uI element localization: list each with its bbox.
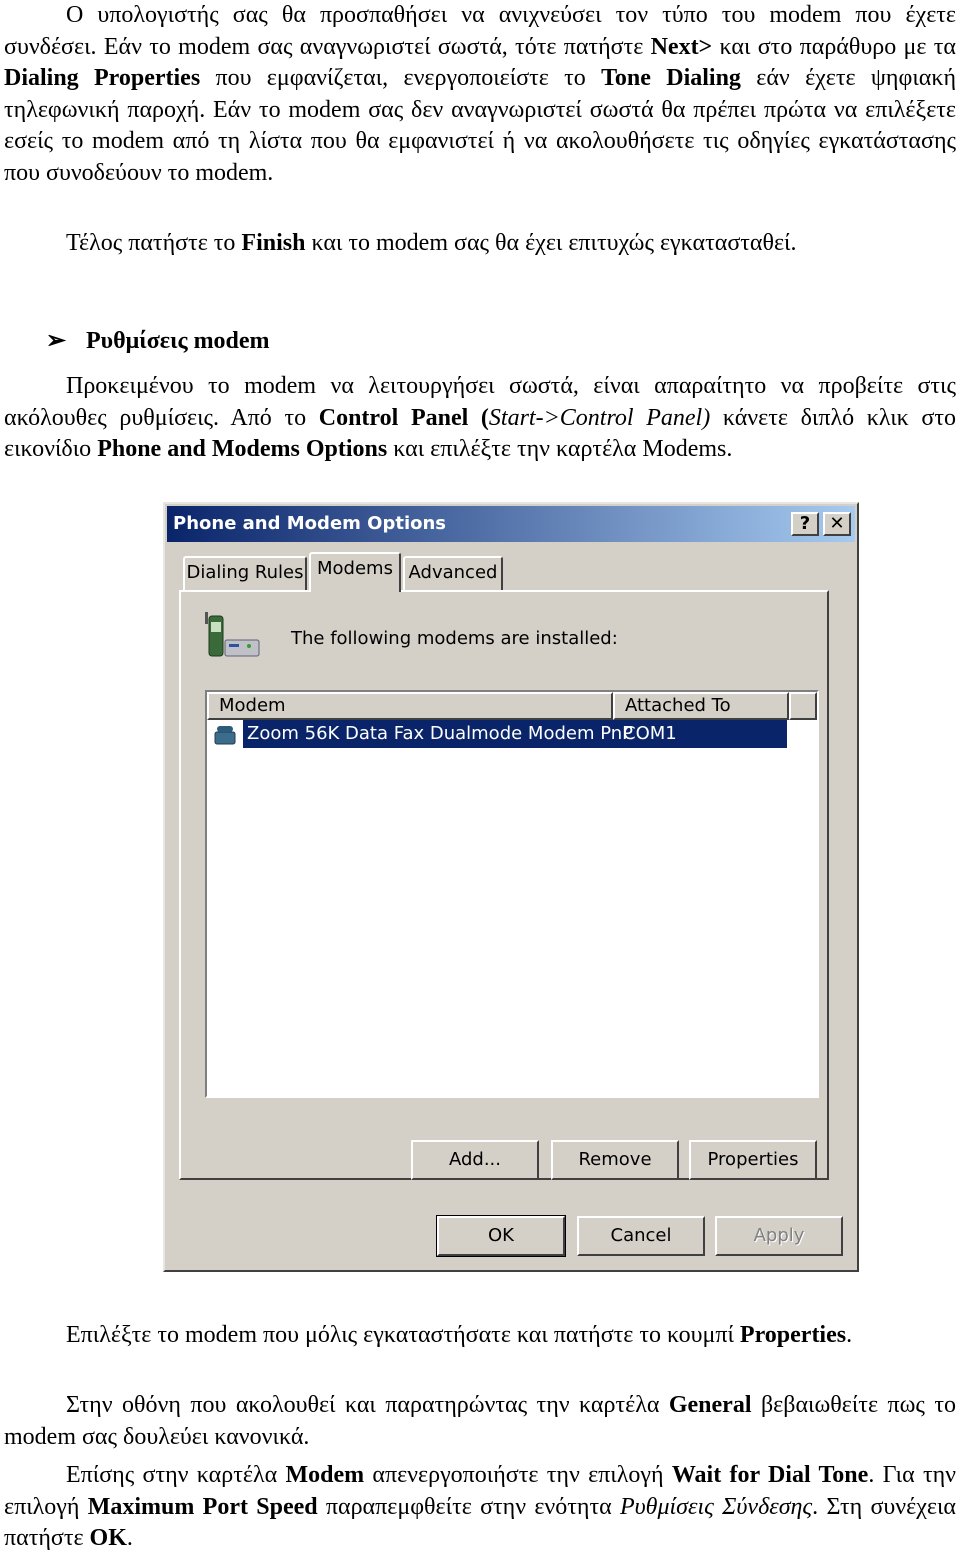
properties-button[interactable]: Properties: [689, 1140, 817, 1180]
paragraph-finish: Τέλος πατήστε το Finish και το modem σας…: [66, 230, 797, 256]
paragraph-intro: Ο υπολογιστής σας θα προσπαθήσει να ανιχ…: [4, 2, 957, 186]
modem-row-selected[interactable]: Zoom 56K Data Fax Dualmode Modem PnP COM…: [243, 720, 787, 748]
title-bar: Phone and Modem Options ? ✕: [167, 506, 855, 542]
remove-button[interactable]: Remove: [551, 1140, 679, 1180]
column-header-modem[interactable]: Modem: [207, 692, 613, 720]
paragraph-settings: Προκειμένου το modem να λειτουργήσει σωσ…: [4, 373, 956, 462]
dialog-title: Phone and Modem Options: [173, 513, 447, 534]
help-button[interactable]: ?: [791, 512, 819, 536]
column-header-filler: [789, 692, 817, 720]
paragraph-modem-tab: Επίσης στην καρτέλα Modem απενεργοποιήστ…: [4, 1462, 957, 1551]
add-button[interactable]: Add...: [411, 1140, 539, 1180]
arrow-bullet-icon: ➢: [46, 328, 67, 354]
paragraph-general-tab: Στην οθόνη που ακολουθεί και παρατηρώντα…: [4, 1392, 956, 1450]
apply-button[interactable]: Apply: [715, 1216, 843, 1256]
paragraph-select-modem: Επιλέξτε το modem που μόλις εγκαταστήσατ…: [66, 1322, 853, 1348]
phone-modem-options-dialog: Phone and Modem Options ? ✕ Dialing Rule…: [163, 502, 859, 1272]
modems-list[interactable]: Modem Attached To Zoom 56K Data Fax Dual…: [205, 690, 819, 1098]
tab-dialing-rules[interactable]: Dialing Rules: [183, 556, 307, 590]
column-header-attached-to[interactable]: Attached To: [613, 692, 789, 720]
tab-modems[interactable]: Modems: [309, 552, 401, 592]
section-heading: ➢ Ρυθμίσεις modem: [46, 326, 270, 357]
modem-port: COM1: [623, 723, 677, 744]
telephone-icon: [214, 726, 236, 745]
installed-modems-label: The following modems are installed:: [291, 628, 618, 649]
close-button[interactable]: ✕: [823, 512, 851, 536]
ok-button[interactable]: OK: [436, 1215, 566, 1257]
cancel-button[interactable]: Cancel: [577, 1216, 705, 1256]
modem-name: Zoom 56K Data Fax Dualmode Modem PnP: [247, 723, 634, 744]
tab-advanced[interactable]: Advanced: [403, 556, 503, 590]
phone-modem-icon: [205, 612, 260, 657]
